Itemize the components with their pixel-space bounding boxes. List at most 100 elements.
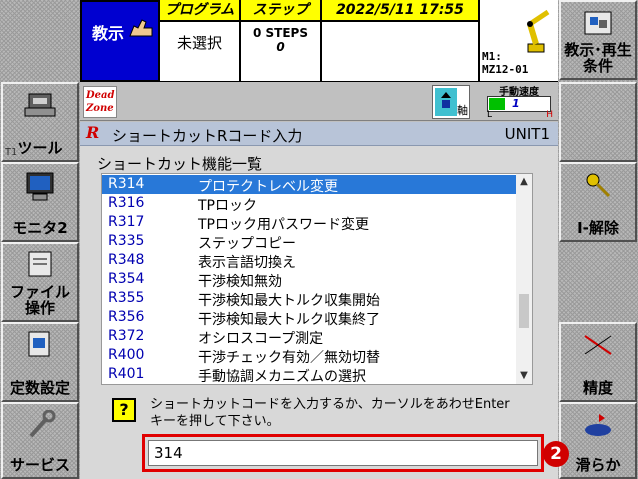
step-panel[interactable]: ステップ 0 STEPS 0 xyxy=(241,0,322,82)
smooth-icon xyxy=(585,414,611,436)
shortcut-code: R400 xyxy=(108,347,145,363)
wrench-icon xyxy=(29,410,56,438)
smooth-button[interactable]: 滑らか xyxy=(559,402,637,479)
shortcut-function-name: TPロック用パスワード変更 xyxy=(198,217,369,233)
list-scrollbar[interactable]: ▲ ▼ xyxy=(516,174,532,384)
speed-bar: 1 xyxy=(487,96,551,112)
shortcut-list-item[interactable]: R356 干渉検知最大トルク収集終了 xyxy=(102,308,518,328)
teach-playback-condition-button[interactable]: 教示･再生 条件 xyxy=(559,0,637,80)
left-button-bar: ツール T1 モニタ2 ファイル 操作 定数設定 サービス xyxy=(0,0,80,479)
robot-id: M1: MZ12-01 xyxy=(482,50,529,76)
robot-panel: M1: MZ12-01 xyxy=(480,0,558,82)
axis-icon xyxy=(435,88,457,116)
robot-arm-icon xyxy=(527,9,550,53)
shortcut-code: R372 xyxy=(108,328,145,344)
interlock-release-button[interactable]: I-解除 xyxy=(559,162,637,242)
teach-mode-indicator: 教示 xyxy=(80,0,160,82)
interlock-release-label: I-解除 xyxy=(577,219,619,237)
shortcut-list-item[interactable]: R314 プロテクトレベル変更 xyxy=(102,175,518,195)
blank-function-button[interactable] xyxy=(559,82,637,162)
status-strip: Dead Zone 軸 手動速度 1 L H xyxy=(80,83,558,121)
file-operation-button[interactable]: ファイル 操作 xyxy=(1,242,79,322)
help-icon: ? xyxy=(112,398,136,422)
shortcut-list-label: ショートカット機能一覧 xyxy=(97,155,263,173)
scroll-down-icon[interactable]: ▼ xyxy=(516,368,532,384)
mode-label: 教示 xyxy=(92,24,125,43)
teach-playback-condition-label: 教示･再生 条件 xyxy=(564,41,632,75)
status-header: 教示 プログラム 未選択 ステップ 0 STEPS 0 2022/5/11 17… xyxy=(80,0,558,82)
scroll-thumb[interactable] xyxy=(519,294,529,328)
accuracy-label: 精度 xyxy=(582,379,613,397)
shortcut-code: R335 xyxy=(108,233,145,249)
dialog-titlebar: R ショートカットRコード入力 UNIT1 xyxy=(80,122,558,146)
manual-speed-indicator: 手動速度 1 L H xyxy=(483,83,555,121)
tool-button-label: ツール xyxy=(17,139,63,157)
shortcut-list-item[interactable]: R348 表示言語切換え xyxy=(102,251,518,271)
speed-fill xyxy=(489,98,505,110)
speed-value: 1 xyxy=(512,97,520,110)
accuracy-button[interactable]: 精度 xyxy=(559,322,637,402)
shortcut-function-name: 表示言語切換え xyxy=(198,255,296,271)
step-header: ステップ xyxy=(241,0,320,22)
constant-setting-button[interactable]: 定数設定 xyxy=(1,322,79,402)
dialog-title: ショートカットRコード入力 xyxy=(112,127,303,145)
shortcut-code: R401 xyxy=(108,366,145,382)
file-icon xyxy=(28,251,52,277)
shortcut-code: R317 xyxy=(108,214,145,230)
key-icon xyxy=(586,173,611,198)
shortcut-function-name: 干渉検知最大トルク収集開始 xyxy=(198,293,380,309)
hand-icon xyxy=(129,19,153,37)
service-button-label: サービス xyxy=(9,456,70,474)
shortcut-list-item[interactable]: R317 TPロック用パスワード変更 xyxy=(102,213,518,233)
shortcut-function-name: 干渉検知最大トルク収集終了 xyxy=(198,312,380,328)
shortcut-list[interactable]: R401 手動協調メカニズムの選択 R400 干渉チェック有効／無効切替 R372 オシロ… xyxy=(101,173,533,385)
shortcut-function-name: 干渉検知無効 xyxy=(198,274,282,290)
r-code-icon: R xyxy=(86,123,100,142)
input-prompt: ショートカットコードを入力するか、カーソルをあわせEnter キーを押して下さい… xyxy=(150,396,540,430)
speed-high-label: H xyxy=(546,110,553,120)
prompt-line2: キーを押して下さい。 xyxy=(150,414,280,429)
step-value: 0 STEPS xyxy=(253,26,308,40)
shortcut-function-name: TPロック xyxy=(198,198,257,214)
axis-label: 軸 xyxy=(457,104,468,117)
scroll-up-icon[interactable]: ▲ xyxy=(516,174,532,190)
program-panel[interactable]: プログラム 未選択 xyxy=(160,0,241,82)
shortcut-list-item[interactable]: R354 干渉検知無効 xyxy=(102,270,518,290)
step-sub: 0 xyxy=(276,40,285,54)
constant-setting-button-label: 定数設定 xyxy=(9,379,70,397)
accuracy-icon xyxy=(584,335,612,355)
shortcut-code: R355 xyxy=(108,290,145,306)
dead-zone-indicator: Dead Zone xyxy=(83,86,117,118)
shortcut-list-item[interactable]: R372 オシロスコープ測定 xyxy=(102,327,518,347)
monitor2-button-label: モニタ2 xyxy=(12,219,68,237)
smooth-label: 滑らか xyxy=(575,456,621,474)
shortcut-list-item[interactable]: R401 手動協調メカニズムの選択 xyxy=(102,365,518,384)
shortcut-r-code-dialog: R ショートカットRコード入力 UNIT1 ショートカット機能一覧 R401 手動… xyxy=(80,122,558,479)
speed-low-label: L xyxy=(487,110,493,120)
tool-number: T1 xyxy=(5,147,18,158)
unit-label: UNIT1 xyxy=(504,125,550,143)
shortcut-list-item[interactable]: R316 TPロック xyxy=(102,194,518,214)
shortcut-code: R314 xyxy=(108,176,145,192)
service-button[interactable]: サービス xyxy=(1,402,79,479)
shortcut-list-item[interactable]: R335 ステップコピー xyxy=(102,232,518,252)
shortcut-function-name: ステップコピー xyxy=(198,236,296,252)
step-number-badge: 2 xyxy=(543,441,569,467)
file-operation-button-label: ファイル 操作 xyxy=(9,283,70,317)
shortcut-code: R316 xyxy=(108,195,145,211)
program-header: プログラム xyxy=(160,0,239,22)
monitor2-button[interactable]: モニタ2 xyxy=(1,162,79,242)
dead-zone-line1: Dead xyxy=(86,90,115,101)
shortcut-code: R354 xyxy=(108,271,145,287)
program-value: 未選択 xyxy=(176,34,222,52)
tool-icon xyxy=(24,93,56,117)
shortcut-list-item[interactable]: R400 干渉チェック有効／無効切替 xyxy=(102,346,518,366)
tool-button[interactable]: ツール T1 xyxy=(1,82,79,162)
monitor-icon xyxy=(26,172,54,201)
shortcut-code-input[interactable]: 314 xyxy=(148,440,538,466)
shortcut-function-name: 干渉チェック有効／無効切替 xyxy=(198,350,380,366)
datetime: 2022/5/11 17:55 xyxy=(322,0,478,22)
shortcut-function-name: プロテクトレベル変更 xyxy=(198,179,338,195)
axis-coordinate-indicator[interactable]: 軸 xyxy=(432,85,470,119)
shortcut-list-item[interactable]: R355 干渉検知最大トルク収集開始 xyxy=(102,289,518,309)
